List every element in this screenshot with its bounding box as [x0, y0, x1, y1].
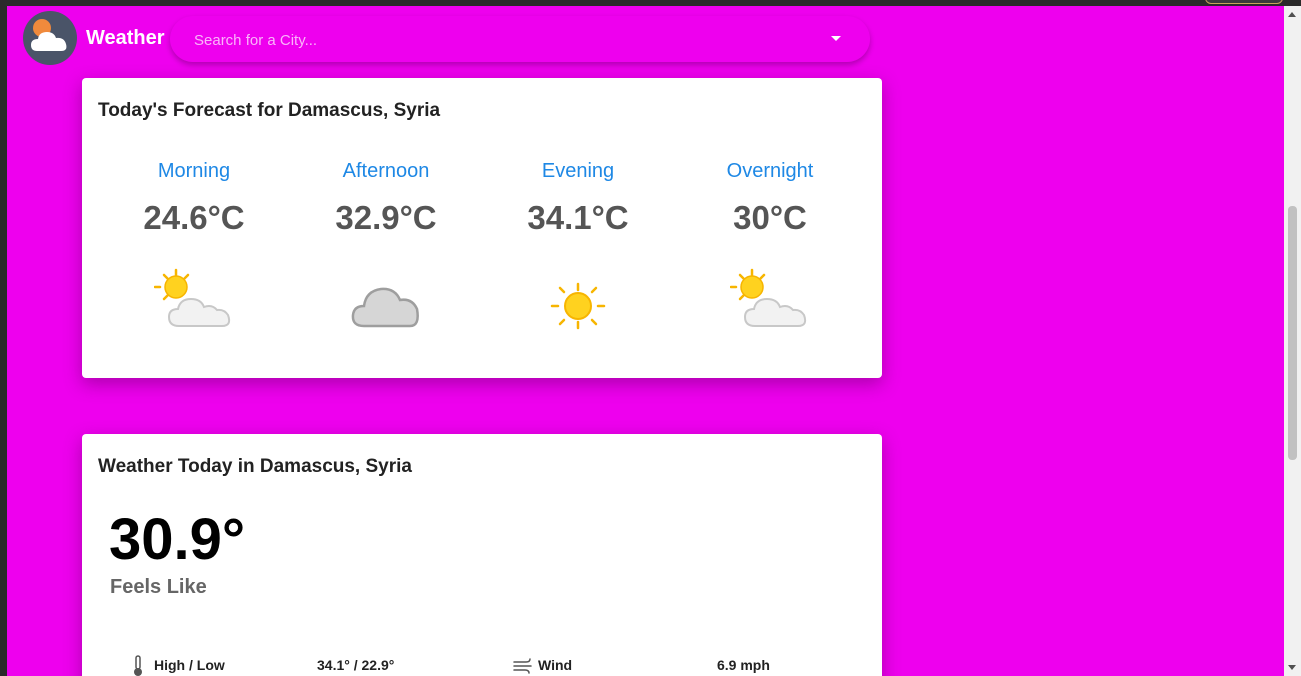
- browser-frame-top: [0, 0, 1301, 6]
- forecast-card: Today's Forecast for Damascus, Syria Mor…: [82, 78, 882, 378]
- chevron-down-icon[interactable]: [831, 36, 841, 41]
- partly-cloudy-icon: [31, 19, 67, 51]
- city-search[interactable]: [170, 16, 870, 62]
- thermometer-icon: [134, 655, 142, 676]
- today-title: Weather Today in Damascus, Syria: [98, 456, 412, 477]
- page-scrollbar[interactable]: [1284, 6, 1301, 676]
- forecast-title: Today's Forecast for Damascus, Syria: [98, 100, 441, 121]
- period-temp: 34.1°C: [527, 199, 629, 236]
- scrollbar-thumb[interactable]: [1288, 206, 1297, 460]
- period-evening: Evening 34.1°C: [482, 160, 674, 330]
- period-morning: Morning 24.6°C: [98, 160, 290, 327]
- scroll-up-icon[interactable]: [1288, 12, 1296, 17]
- partly-cloudy-icon: [154, 268, 231, 327]
- period-afternoon: Afternoon 32.9°C: [290, 160, 482, 328]
- period-overnight: Overnight 30°C: [674, 160, 866, 327]
- today-card: Weather Today in Damascus, Syria 30.9° F…: [82, 434, 882, 676]
- search-input[interactable]: [192, 28, 796, 52]
- partly-cloudy-icon: [730, 268, 807, 327]
- period-name: Overnight: [726, 160, 814, 182]
- scroll-down-icon[interactable]: [1288, 665, 1296, 670]
- period-name: Afternoon: [342, 160, 430, 182]
- sun-icon: [550, 282, 606, 330]
- browser-frame-left: [0, 0, 7, 676]
- detail-label: Wind: [538, 657, 573, 673]
- detail-value: 34.1° / 22.9°: [317, 657, 395, 673]
- app-title: Weather: [86, 27, 165, 49]
- period-temp: 24.6°C: [143, 199, 245, 236]
- period-name: Evening: [541, 160, 615, 182]
- period-temp: 30°C: [733, 199, 807, 236]
- browser-tab-edge: [1205, 0, 1283, 4]
- app-logo: [23, 11, 77, 65]
- feels-like-label: Feels Like: [110, 576, 207, 598]
- cloud-icon: [351, 287, 419, 328]
- wind-icon: [513, 658, 532, 674]
- detail-label: High / Low: [154, 657, 225, 673]
- period-name: Morning: [157, 160, 231, 182]
- detail-value: 6.9 mph: [717, 657, 770, 673]
- period-temp: 32.9°C: [335, 199, 437, 236]
- feels-like-temp: 30.9°: [109, 507, 246, 572]
